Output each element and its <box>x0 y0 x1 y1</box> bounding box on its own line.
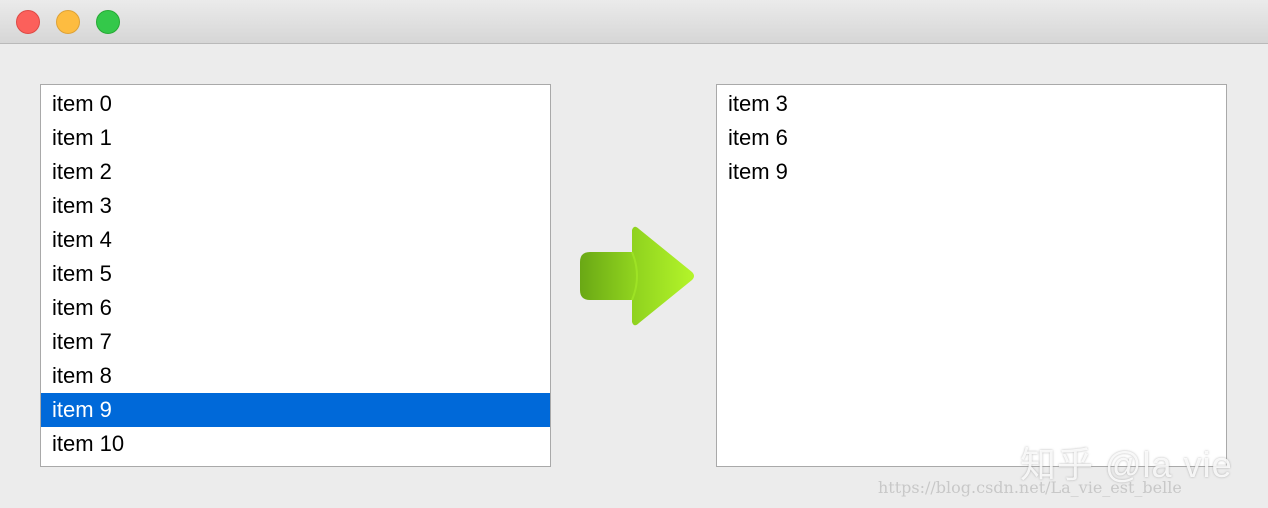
list-item[interactable]: item 2 <box>41 155 550 189</box>
list-item[interactable]: item 9 <box>717 155 1226 189</box>
list-item[interactable]: item 7 <box>41 325 550 359</box>
app-window: item 0 item 1 item 2 item 3 item 4 item … <box>0 0 1268 508</box>
list-item[interactable]: item 0 <box>41 87 550 121</box>
zoom-button[interactable] <box>96 10 120 34</box>
list-item[interactable]: item 6 <box>41 291 550 325</box>
list-item[interactable]: item 3 <box>41 189 550 223</box>
minimize-button[interactable] <box>56 10 80 34</box>
result-list[interactable]: item 3 item 6 item 9 <box>716 84 1227 467</box>
title-bar <box>0 0 1268 44</box>
list-item[interactable]: item 4 <box>41 223 550 257</box>
arrow-right-icon <box>580 226 694 326</box>
list-item[interactable]: item 3 <box>717 87 1226 121</box>
list-item[interactable]: item 10 <box>41 427 550 461</box>
close-button[interactable] <box>16 10 40 34</box>
list-item-selected[interactable]: item 9 <box>41 393 550 427</box>
list-item[interactable]: item 6 <box>717 121 1226 155</box>
list-item[interactable]: item 1 <box>41 121 550 155</box>
source-list[interactable]: item 0 item 1 item 2 item 3 item 4 item … <box>40 84 551 467</box>
list-item[interactable]: item 8 <box>41 359 550 393</box>
list-item[interactable]: item 5 <box>41 257 550 291</box>
url-watermark: https://blog.csdn.net/La_vie_est_belle <box>878 478 1182 497</box>
